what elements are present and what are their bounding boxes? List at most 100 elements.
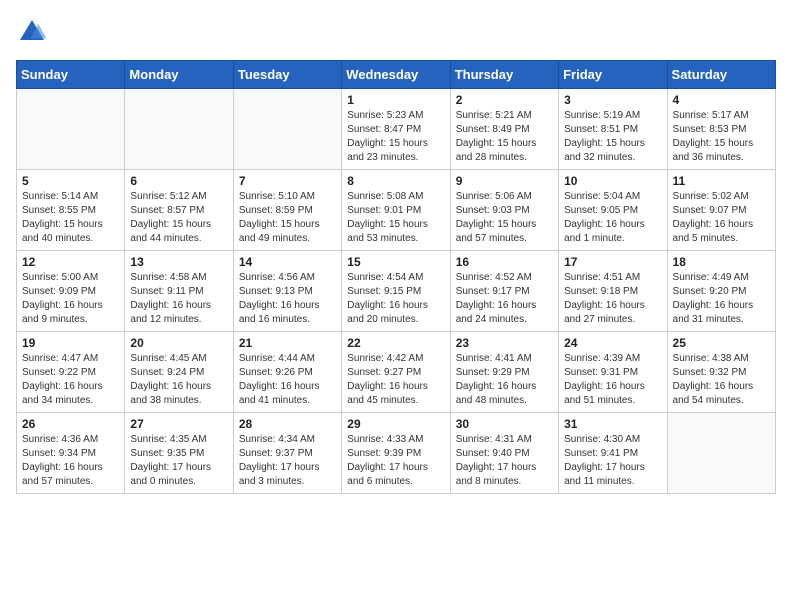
day-info: Sunrise: 4:33 AM Sunset: 9:39 PM Dayligh… — [347, 433, 444, 489]
day-number: 1 — [347, 93, 444, 107]
day-info: Sunrise: 5:00 AM Sunset: 9:09 PM Dayligh… — [22, 271, 119, 327]
day-info: Sunrise: 5:02 AM Sunset: 9:07 PM Dayligh… — [673, 190, 770, 246]
day-number: 4 — [673, 93, 770, 107]
day-number: 10 — [564, 174, 661, 188]
calendar-day-cell: 31 Sunrise: 4:30 AM Sunset: 9:41 PM Dayli… — [559, 413, 667, 494]
day-number: 13 — [130, 255, 227, 269]
calendar-day-cell — [125, 89, 233, 170]
day-number: 27 — [130, 417, 227, 431]
day-number: 23 — [456, 336, 553, 350]
day-info: Sunrise: 5:19 AM Sunset: 8:51 PM Dayligh… — [564, 109, 661, 165]
calendar-day-cell: 29 Sunrise: 4:33 AM Sunset: 9:39 PM Dayli… — [342, 413, 450, 494]
day-number: 28 — [239, 417, 336, 431]
day-of-week-header: Wednesday — [342, 61, 450, 89]
logo-icon — [16, 16, 48, 48]
day-info: Sunrise: 4:38 AM Sunset: 9:32 PM Dayligh… — [673, 352, 770, 408]
day-info: Sunrise: 4:41 AM Sunset: 9:29 PM Dayligh… — [456, 352, 553, 408]
day-of-week-header: Sunday — [17, 61, 125, 89]
day-info: Sunrise: 4:52 AM Sunset: 9:17 PM Dayligh… — [456, 271, 553, 327]
calendar-day-cell: 20Sunrise: 4:45 AM Sunset: 9:24 PM Dayli… — [125, 332, 233, 413]
day-number: 24 — [564, 336, 661, 350]
calendar-day-cell: 21 Sunrise: 4:44 AM Sunset: 9:26 PM Dayli… — [233, 332, 341, 413]
day-number: 30 — [456, 417, 553, 431]
calendar-day-cell: 22 Sunrise: 4:42 AM Sunset: 9:27 PM Dayli… — [342, 332, 450, 413]
calendar-week-row: 26 Sunrise: 4:36 AM Sunset: 9:34 PM Dayli… — [17, 413, 776, 494]
day-info: Sunrise: 4:47 AM Sunset: 9:22 PM Dayligh… — [22, 352, 119, 408]
calendar-week-row: 12 Sunrise: 5:00 AM Sunset: 9:09 PM Dayli… — [17, 251, 776, 332]
calendar-week-row: 1 Sunrise: 5:23 AM Sunset: 8:47 PM Daylig… — [17, 89, 776, 170]
day-number: 2 — [456, 93, 553, 107]
calendar-day-cell: 24 Sunrise: 4:39 AM Sunset: 9:31 PM Dayli… — [559, 332, 667, 413]
calendar-day-cell: 2Sunrise: 5:21 AM Sunset: 8:49 PM Daylig… — [450, 89, 558, 170]
day-number: 26 — [22, 417, 119, 431]
day-info: Sunrise: 4:45 AM Sunset: 9:24 PM Dayligh… — [130, 352, 227, 408]
calendar-day-cell: 25 Sunrise: 4:38 AM Sunset: 9:32 PM Dayli… — [667, 332, 775, 413]
calendar-day-cell — [17, 89, 125, 170]
day-info: Sunrise: 5:14 AM Sunset: 8:55 PM Dayligh… — [22, 190, 119, 246]
page-header — [16, 16, 776, 48]
calendar-week-row: 5 Sunrise: 5:14 AM Sunset: 8:55 PM Daylig… — [17, 170, 776, 251]
day-info: Sunrise: 4:44 AM Sunset: 9:26 PM Dayligh… — [239, 352, 336, 408]
day-info: Sunrise: 4:36 AM Sunset: 9:34 PM Dayligh… — [22, 433, 119, 489]
calendar-day-cell: 9 Sunrise: 5:06 AM Sunset: 9:03 PM Daylig… — [450, 170, 558, 251]
day-info: Sunrise: 4:34 AM Sunset: 9:37 PM Dayligh… — [239, 433, 336, 489]
calendar-day-cell — [667, 413, 775, 494]
logo — [16, 16, 52, 48]
day-number: 25 — [673, 336, 770, 350]
calendar-day-cell — [233, 89, 341, 170]
calendar-day-cell: 10 Sunrise: 5:04 AM Sunset: 9:05 PM Dayli… — [559, 170, 667, 251]
day-number: 21 — [239, 336, 336, 350]
day-info: Sunrise: 4:39 AM Sunset: 9:31 PM Dayligh… — [564, 352, 661, 408]
day-number: 17 — [564, 255, 661, 269]
day-number: 6 — [130, 174, 227, 188]
day-info: Sunrise: 4:56 AM Sunset: 9:13 PM Dayligh… — [239, 271, 336, 327]
calendar-day-cell: 3 Sunrise: 5:19 AM Sunset: 8:51 PM Daylig… — [559, 89, 667, 170]
day-number: 29 — [347, 417, 444, 431]
day-info: Sunrise: 4:31 AM Sunset: 9:40 PM Dayligh… — [456, 433, 553, 489]
day-number: 3 — [564, 93, 661, 107]
day-number: 14 — [239, 255, 336, 269]
calendar-day-cell: 26 Sunrise: 4:36 AM Sunset: 9:34 PM Dayli… — [17, 413, 125, 494]
day-info: Sunrise: 4:58 AM Sunset: 9:11 PM Dayligh… — [130, 271, 227, 327]
day-info: Sunrise: 5:17 AM Sunset: 8:53 PM Dayligh… — [673, 109, 770, 165]
day-info: Sunrise: 5:08 AM Sunset: 9:01 PM Dayligh… — [347, 190, 444, 246]
day-info: Sunrise: 4:30 AM Sunset: 9:41 PM Dayligh… — [564, 433, 661, 489]
day-info: Sunrise: 5:12 AM Sunset: 8:57 PM Dayligh… — [130, 190, 227, 246]
calendar-day-cell: 5 Sunrise: 5:14 AM Sunset: 8:55 PM Daylig… — [17, 170, 125, 251]
calendar-day-cell: 13 Sunrise: 4:58 AM Sunset: 9:11 PM Dayli… — [125, 251, 233, 332]
day-number: 12 — [22, 255, 119, 269]
calendar-day-cell: 30 Sunrise: 4:31 AM Sunset: 9:40 PM Dayli… — [450, 413, 558, 494]
day-number: 9 — [456, 174, 553, 188]
day-number: 7 — [239, 174, 336, 188]
day-info: Sunrise: 4:42 AM Sunset: 9:27 PM Dayligh… — [347, 352, 444, 408]
calendar-day-cell: 8 Sunrise: 5:08 AM Sunset: 9:01 PM Daylig… — [342, 170, 450, 251]
day-number: 5 — [22, 174, 119, 188]
calendar-day-cell: 1 Sunrise: 5:23 AM Sunset: 8:47 PM Daylig… — [342, 89, 450, 170]
calendar-day-cell: 4 Sunrise: 5:17 AM Sunset: 8:53 PM Daylig… — [667, 89, 775, 170]
day-number: 31 — [564, 417, 661, 431]
day-of-week-header: Tuesday — [233, 61, 341, 89]
day-number: 22 — [347, 336, 444, 350]
day-of-week-header: Friday — [559, 61, 667, 89]
calendar-table: SundayMondayTuesdayWednesdayThursdayFrid… — [16, 60, 776, 494]
day-info: Sunrise: 4:51 AM Sunset: 9:18 PM Dayligh… — [564, 271, 661, 327]
day-info: Sunrise: 5:23 AM Sunset: 8:47 PM Dayligh… — [347, 109, 444, 165]
calendar-day-cell: 19Sunrise: 4:47 AM Sunset: 9:22 PM Dayli… — [17, 332, 125, 413]
calendar-day-cell: 23 Sunrise: 4:41 AM Sunset: 9:29 PM Dayli… — [450, 332, 558, 413]
day-info: Sunrise: 4:54 AM Sunset: 9:15 PM Dayligh… — [347, 271, 444, 327]
calendar-day-cell: 16Sunrise: 4:52 AM Sunset: 9:17 PM Dayli… — [450, 251, 558, 332]
day-number: 18 — [673, 255, 770, 269]
calendar-day-cell: 18 Sunrise: 4:49 AM Sunset: 9:20 PM Dayli… — [667, 251, 775, 332]
day-of-week-header: Thursday — [450, 61, 558, 89]
calendar-day-cell: 11Sunrise: 5:02 AM Sunset: 9:07 PM Dayli… — [667, 170, 775, 251]
calendar-day-cell: 14 Sunrise: 4:56 AM Sunset: 9:13 PM Dayli… — [233, 251, 341, 332]
calendar-day-cell: 28 Sunrise: 4:34 AM Sunset: 9:37 PM Dayli… — [233, 413, 341, 494]
day-info: Sunrise: 5:04 AM Sunset: 9:05 PM Dayligh… — [564, 190, 661, 246]
calendar-week-row: 19Sunrise: 4:47 AM Sunset: 9:22 PM Dayli… — [17, 332, 776, 413]
calendar-header-row: SundayMondayTuesdayWednesdayThursdayFrid… — [17, 61, 776, 89]
day-number: 8 — [347, 174, 444, 188]
day-info: Sunrise: 4:49 AM Sunset: 9:20 PM Dayligh… — [673, 271, 770, 327]
day-of-week-header: Saturday — [667, 61, 775, 89]
day-info: Sunrise: 5:06 AM Sunset: 9:03 PM Dayligh… — [456, 190, 553, 246]
calendar-day-cell: 15Sunrise: 4:54 AM Sunset: 9:15 PM Dayli… — [342, 251, 450, 332]
